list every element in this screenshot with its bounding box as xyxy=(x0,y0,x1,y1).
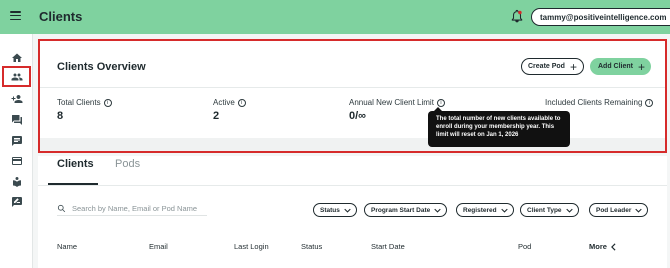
home-icon[interactable] xyxy=(8,49,25,66)
people-icon[interactable] xyxy=(2,66,31,87)
status-filter[interactable]: Status xyxy=(313,203,357,217)
stat-annual-limit-label: Annual New Client Limit i xyxy=(349,98,445,107)
sidebar xyxy=(0,34,33,268)
create-pod-label: Create Pod xyxy=(528,63,565,70)
overview-title: Clients Overview xyxy=(57,61,146,73)
menu-icon[interactable] xyxy=(10,11,21,21)
bell-icon[interactable] xyxy=(510,8,524,24)
chevron-down-icon xyxy=(635,208,643,213)
column-header-status[interactable]: Status xyxy=(301,242,322,251)
reader-icon[interactable] xyxy=(8,173,25,190)
feedback-icon[interactable] xyxy=(8,193,25,210)
info-icon[interactable]: i xyxy=(645,98,654,107)
client-type-filter[interactable]: Client Type xyxy=(520,203,579,217)
plus-icon: + xyxy=(638,59,646,74)
user-menu-button[interactable]: tammy@positiveintelligence.com xyxy=(531,8,670,26)
program-start-date-filter[interactable]: Program Start Date xyxy=(364,203,448,217)
search-input[interactable]: Search by Name, Email or Pod Name xyxy=(57,202,207,216)
top-bar: Clients tammy@positiveintelligence.com xyxy=(0,0,670,34)
forum-icon[interactable] xyxy=(8,111,25,128)
page-title: Clients xyxy=(39,9,83,24)
info-icon[interactable]: i xyxy=(436,98,445,107)
info-icon[interactable]: i xyxy=(237,98,246,107)
column-header-pod[interactable]: Pod xyxy=(518,242,531,251)
overview-footer xyxy=(40,138,665,151)
chat-icon[interactable] xyxy=(8,132,25,149)
stat-total-clients-value: 8 xyxy=(57,110,64,122)
chevron-down-icon xyxy=(434,208,441,213)
chevron-left-icon xyxy=(610,242,616,251)
create-pod-button[interactable]: Create Pod + xyxy=(521,58,584,75)
column-header-name[interactable]: Name xyxy=(57,242,77,251)
stat-active-value: 2 xyxy=(213,110,220,122)
clients-panel: Clients Pods Search by Name, Email or Po… xyxy=(38,156,667,268)
add-client-button[interactable]: Add Client + xyxy=(590,58,652,75)
user-email: tammy@positiveintelligence.com xyxy=(540,12,667,22)
column-header-last-login[interactable]: Last Login xyxy=(234,242,269,251)
stat-total-clients-label: Total Clients i xyxy=(57,98,112,107)
add-client-label: Add Client xyxy=(598,63,633,70)
stat-active-label: Active i xyxy=(213,98,246,107)
chevron-down-icon xyxy=(344,208,351,213)
registered-filter[interactable]: Registered xyxy=(456,203,514,217)
chevron-down-icon xyxy=(565,208,573,213)
pod-leader-filter[interactable]: Pod Leader xyxy=(589,203,649,217)
person-add-icon[interactable] xyxy=(8,90,25,107)
chevron-down-icon xyxy=(500,208,508,213)
search-icon xyxy=(57,204,66,213)
stat-annual-limit-value: 0/∞ xyxy=(349,110,367,122)
clients-overview-card: Clients Overview Create Pod + Add Client… xyxy=(38,39,667,153)
search-placeholder: Search by Name, Email or Pod Name xyxy=(72,204,198,213)
column-header-email[interactable]: Email xyxy=(149,242,168,251)
annual-limit-tooltip: The total number of new clients availabl… xyxy=(428,107,570,147)
info-icon[interactable]: i xyxy=(103,98,112,107)
plus-icon: + xyxy=(569,59,577,74)
more-columns-button[interactable]: More xyxy=(589,242,616,251)
divider xyxy=(38,185,667,186)
tab-pods[interactable]: Pods xyxy=(115,158,140,170)
column-header-start-date[interactable]: Start Date xyxy=(371,242,405,251)
stat-included-remaining-label: Included Clients Remaining i xyxy=(545,98,654,107)
credit-card-icon[interactable] xyxy=(8,152,25,169)
tab-clients[interactable]: Clients xyxy=(57,158,94,170)
divider xyxy=(40,87,665,88)
